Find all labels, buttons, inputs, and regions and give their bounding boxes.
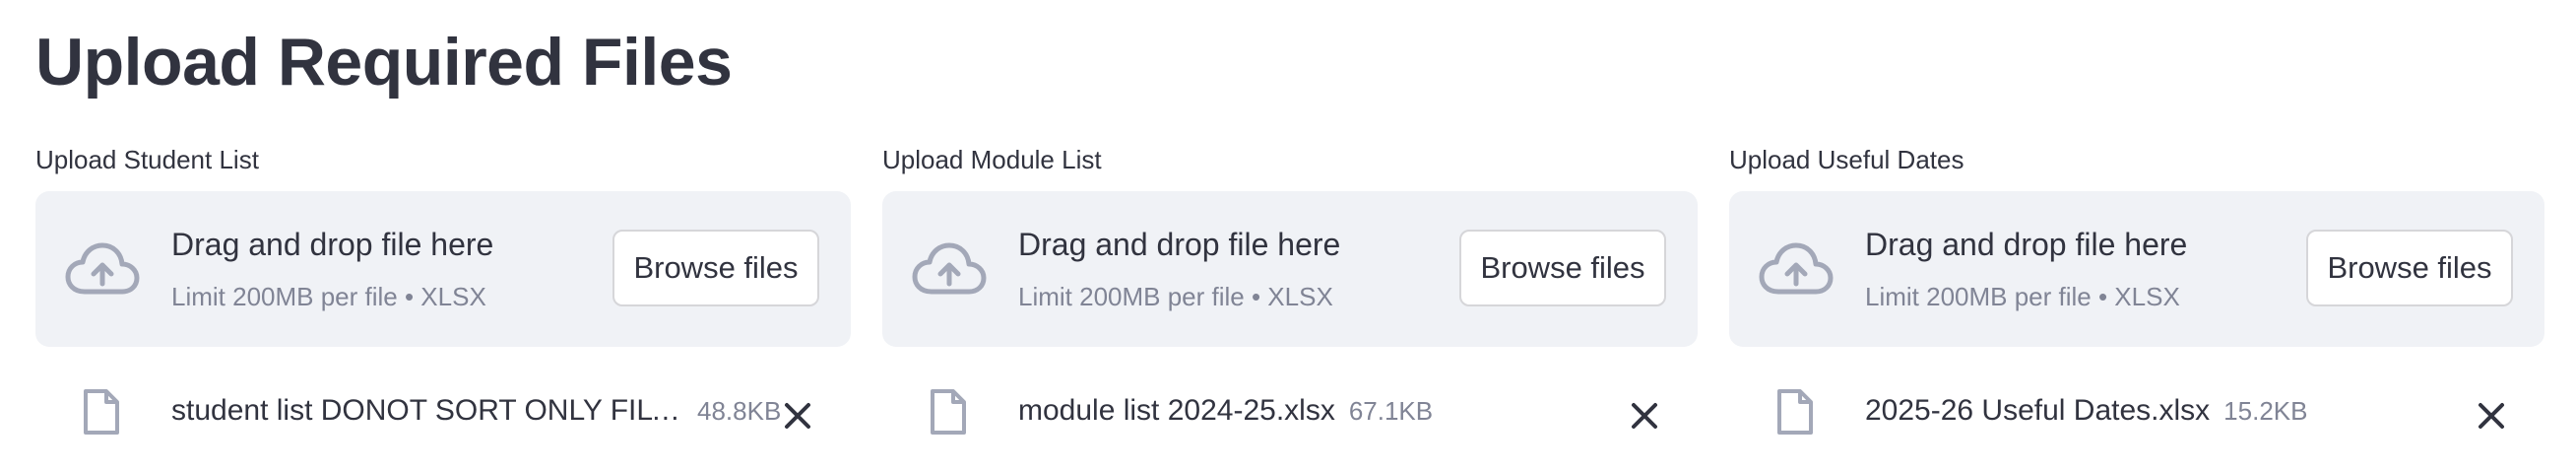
file-icon [84,389,119,435]
file-dropzone[interactable]: Drag and drop file here Limit 200MB per … [882,191,1698,347]
cloud-upload-icon [912,242,987,295]
close-icon[interactable] [780,398,815,434]
dropzone-limit: Limit 200MB per file • XLSX [171,282,486,311]
uploaded-file-row: 2025-26 Useful Dates.xlsx 15.2KB [1729,369,2544,457]
file-dropzone[interactable]: Drag and drop file here Limit 200MB per … [35,191,851,347]
uploaded-file-row: student list DONOT SORT ONLY FILTE… 48.8K… [35,369,851,457]
uploader-useful-dates: Upload Useful Dates Drag and drop file h… [1729,138,2544,435]
file-name-wrap: student list DONOT SORT ONLY FILTE… 48.8K… [171,394,781,428]
close-icon[interactable] [2474,398,2509,434]
uploader-label: Upload Student List [35,145,259,174]
uploaded-file-name: student list DONOT SORT ONLY FILTE… [171,394,683,427]
browse-files-button[interactable]: Browse files [612,230,819,306]
uploaded-file-size: 15.2KB [2223,396,2308,426]
dropzone-limit: Limit 200MB per file • XLSX [1865,282,2180,311]
file-icon [931,389,966,435]
file-name-wrap: module list 2024-25.xlsx 67.1KB [1018,394,1433,428]
uploaded-file-size: 67.1KB [1348,396,1434,426]
uploader-label: Upload Useful Dates [1729,145,1964,174]
uploaded-file-name: 2025-26 Useful Dates.xlsx [1865,394,2211,427]
uploader-student-list: Upload Student List Drag and drop file h… [35,138,851,435]
file-name-wrap: 2025-26 Useful Dates.xlsx 15.2KB [1865,394,2307,428]
dropzone-title: Drag and drop file here [171,227,494,262]
close-icon[interactable] [1627,398,1662,434]
browse-files-button[interactable]: Browse files [1459,230,1666,306]
browse-files-button[interactable]: Browse files [2306,230,2513,306]
page-title: Upload Required Files [35,25,733,100]
dropzone-limit: Limit 200MB per file • XLSX [1018,282,1333,311]
file-icon [1777,389,1813,435]
dropzone-title: Drag and drop file here [1865,227,2188,262]
uploader-module-list: Upload Module List Drag and drop file he… [882,138,1698,435]
cloud-upload-icon [1759,242,1834,295]
cloud-upload-icon [65,242,140,295]
uploader-label: Upload Module List [882,145,1102,174]
uploaded-file-name: module list 2024-25.xlsx [1018,394,1335,427]
file-dropzone[interactable]: Drag and drop file here Limit 200MB per … [1729,191,2544,347]
dropzone-title: Drag and drop file here [1018,227,1341,262]
uploaded-file-size: 48.8KB [697,396,782,426]
uploaded-file-row: module list 2024-25.xlsx 67.1KB [882,369,1698,457]
